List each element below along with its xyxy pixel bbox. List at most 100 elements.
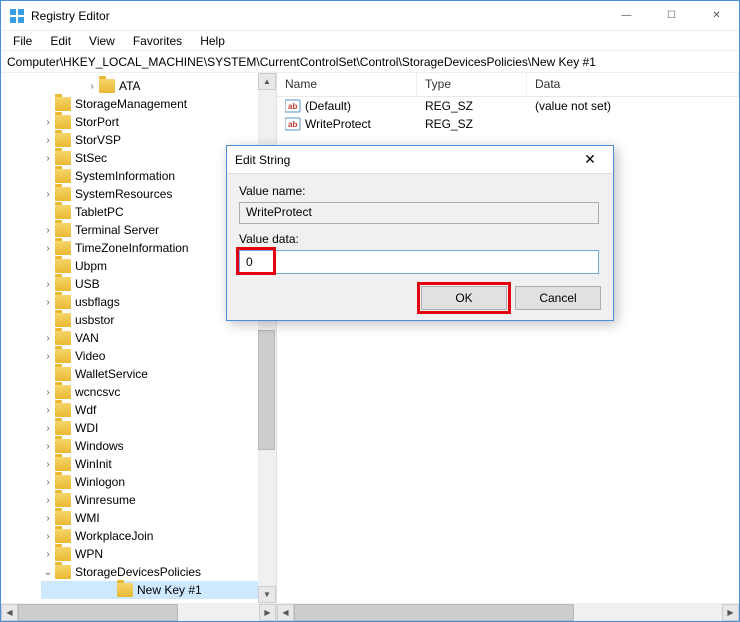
scroll-up-icon[interactable]: ▲ (258, 73, 276, 90)
expand-icon[interactable]: › (41, 225, 55, 236)
value-name-field: WriteProtect (239, 202, 599, 224)
cell-data: (value not set) (527, 99, 739, 113)
address-text: Computer\HKEY_LOCAL_MACHINE\SYSTEM\Curre… (7, 55, 596, 69)
expand-icon[interactable]: ⌄ (41, 567, 55, 578)
scroll-thumb[interactable] (258, 330, 275, 450)
scroll-left-icon[interactable]: ◀ (1, 604, 18, 621)
tree-item-label: StorPort (75, 115, 119, 129)
expand-icon[interactable]: › (41, 423, 55, 434)
folder-icon (55, 277, 71, 291)
expand-icon[interactable]: › (41, 297, 55, 308)
expand-icon[interactable]: › (41, 495, 55, 506)
scroll-thumb[interactable] (18, 604, 178, 621)
tree-item-label: USB (75, 277, 100, 291)
tree-item[interactable]: › StorPort (41, 113, 276, 131)
col-type[interactable]: Type (417, 73, 527, 96)
expand-icon[interactable]: › (41, 333, 55, 344)
tree-item-label: StorageManagement (75, 97, 187, 111)
tree-item[interactable]: ›ATA (41, 77, 276, 95)
tree-item[interactable]: ›WPN (41, 545, 276, 563)
scroll-left-icon[interactable]: ◀ (277, 604, 294, 621)
folder-icon (55, 133, 71, 147)
string-value-icon: ab (285, 99, 301, 113)
tree-item[interactable]: › Windows (41, 437, 276, 455)
tree-item-label: StorageDevicesPolicies (75, 565, 201, 579)
maximize-button[interactable]: ☐ (649, 1, 694, 30)
expand-icon[interactable]: › (41, 549, 55, 560)
expand-icon[interactable]: › (41, 117, 55, 128)
scroll-thumb[interactable] (294, 604, 574, 621)
folder-icon (55, 295, 71, 309)
folder-icon (55, 259, 71, 273)
list-header: Name Type Data (277, 73, 739, 97)
expand-icon[interactable]: › (41, 153, 55, 164)
tree-item[interactable]: WalletService (41, 365, 276, 383)
tree-item[interactable]: › WinInit (41, 455, 276, 473)
tree-item-label: Windows (75, 439, 124, 453)
col-data[interactable]: Data (527, 73, 739, 96)
expand-icon[interactable]: › (41, 477, 55, 488)
address-bar[interactable]: Computer\HKEY_LOCAL_MACHINE\SYSTEM\Curre… (1, 51, 739, 73)
menu-help[interactable]: Help (192, 32, 233, 50)
tree-item[interactable]: StorageManagement (41, 95, 276, 113)
tree-item-label: WinInit (75, 457, 112, 471)
tree-item-label: WalletService (75, 367, 148, 381)
expand-icon[interactable]: › (41, 243, 55, 254)
tree-item[interactable]: ›WMI (41, 509, 276, 527)
list-row[interactable]: abWriteProtectREG_SZ (277, 115, 739, 133)
folder-icon (55, 205, 71, 219)
folder-icon (55, 457, 71, 471)
menu-file[interactable]: File (5, 32, 40, 50)
tree-item[interactable]: ›wcncsvc (41, 383, 276, 401)
folder-icon (55, 97, 71, 111)
scroll-right-icon[interactable]: ▶ (722, 604, 739, 621)
tree-item[interactable]: New Key #1 (41, 581, 276, 599)
folder-icon (55, 565, 71, 579)
menu-view[interactable]: View (81, 32, 123, 50)
minimize-button[interactable]: — (604, 1, 649, 30)
list-hscrollbar[interactable]: ◀ ▶ (277, 603, 739, 621)
tree-item[interactable]: ›WorkplaceJoin (41, 527, 276, 545)
tree-item[interactable]: ›Wdf (41, 401, 276, 419)
tree-hscrollbar[interactable]: ◀ ▶ (1, 603, 276, 621)
tree-item[interactable]: ⌄ StorageDevicesPolicies (41, 563, 276, 581)
folder-icon (55, 439, 71, 453)
folder-icon (55, 151, 71, 165)
col-name[interactable]: Name (277, 73, 417, 96)
tree-item[interactable]: ›Winlogon (41, 473, 276, 491)
menu-edit[interactable]: Edit (42, 32, 79, 50)
window-title: Registry Editor (31, 9, 604, 23)
scroll-down-icon[interactable]: ▼ (258, 586, 276, 603)
ok-button[interactable]: OK (421, 286, 507, 310)
tree-item[interactable]: ›VAN (41, 329, 276, 347)
tree-item[interactable]: ›Winresume (41, 491, 276, 509)
expand-icon[interactable]: › (85, 81, 99, 92)
expand-icon[interactable]: › (41, 189, 55, 200)
expand-icon[interactable]: › (41, 531, 55, 542)
close-button[interactable]: ✕ (694, 1, 739, 30)
folder-icon (55, 529, 71, 543)
tree-item[interactable]: ›WDI (41, 419, 276, 437)
folder-icon (55, 115, 71, 129)
scroll-right-icon[interactable]: ▶ (259, 604, 276, 621)
cancel-button[interactable]: Cancel (515, 286, 601, 310)
folder-icon (55, 547, 71, 561)
folder-icon (55, 475, 71, 489)
expand-icon[interactable]: › (41, 387, 55, 398)
expand-icon[interactable]: › (41, 135, 55, 146)
value-name-label: Value name: (239, 184, 601, 198)
folder-icon (55, 331, 71, 345)
tree-item[interactable]: ›Video (41, 347, 276, 365)
menu-favorites[interactable]: Favorites (125, 32, 190, 50)
expand-icon[interactable]: › (41, 279, 55, 290)
dialog-close-button[interactable]: ✕ (575, 147, 605, 173)
expand-icon[interactable]: › (41, 459, 55, 470)
list-row[interactable]: ab(Default)REG_SZ(value not set) (277, 97, 739, 115)
tree-item-label: New Key #1 (137, 583, 202, 597)
expand-icon[interactable]: › (41, 441, 55, 452)
expand-icon[interactable]: › (41, 405, 55, 416)
expand-icon[interactable]: › (41, 513, 55, 524)
expand-icon[interactable]: › (41, 351, 55, 362)
value-data-input[interactable] (239, 250, 599, 274)
cell-type: REG_SZ (417, 117, 527, 131)
